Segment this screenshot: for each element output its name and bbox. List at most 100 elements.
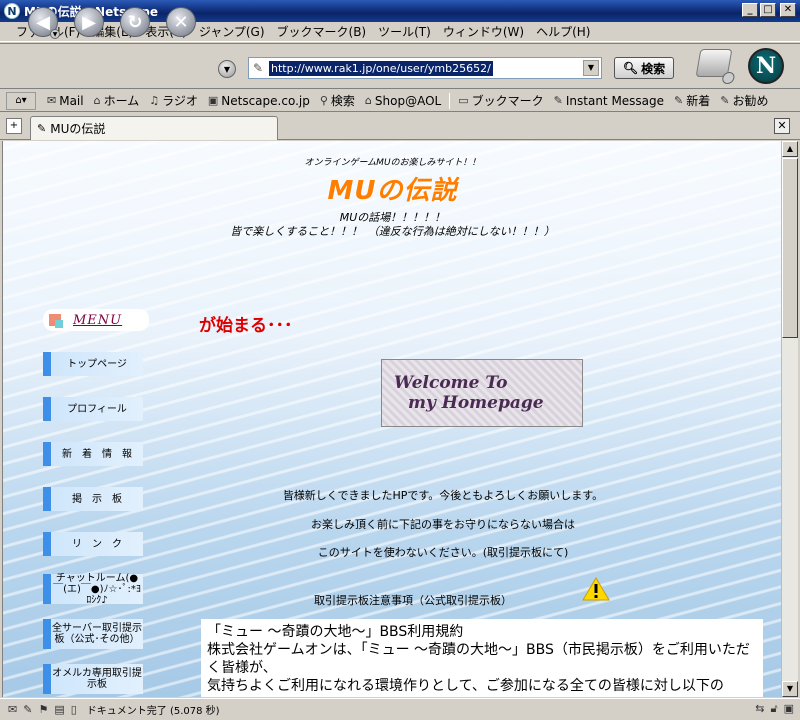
page-icon[interactable]: ▯ [71, 703, 77, 716]
notice-line-2: お楽しみ頂く前に下記の事をお守りにならない場合は [311, 518, 575, 531]
stop-button[interactable]: ✕ [166, 7, 196, 37]
status-right-icons: ⇆ 🔓︎ ▣ [755, 702, 794, 716]
status-bar: ✉ ✎ ⚑ ▤ ▯ ドキュメント完了 (5.078 秒) ⇆ 🔓︎ ▣ [0, 698, 800, 720]
vertical-scrollbar[interactable]: ▲ ▼ [781, 141, 798, 697]
menu-window[interactable]: ウィンドウ(W) [437, 23, 530, 40]
sidebar-item-chat[interactable]: チャットルーム(●￣(エ)￣●)ﾉ☆･ﾟ:*ﾖﾛｼｸ♪ [43, 573, 143, 606]
menu-help[interactable]: ヘルプ(H) [530, 23, 596, 40]
aim-icon[interactable]: ⚑ [38, 703, 48, 716]
terms-text-box: 「ミュー ～奇蹟の大地～」BBS利用規約 株式会社ゲームオンは、「ミュー ～奇蹟… [201, 619, 763, 697]
toolbar-link-netscape[interactable]: ▣ Netscape.co.jp [203, 94, 315, 108]
close-tab-button[interactable]: ✕ [774, 118, 790, 134]
bookmark-icon: ✎ [674, 94, 684, 107]
toolbar-link-recommend[interactable]: ✎ お勧め [715, 92, 773, 109]
terms-line-2: 株式会社ゲームオンは、「ミュー ～奇蹟の大地～」BBS（市民掲示板）をご利用いた… [207, 642, 750, 676]
sidebar-item-bbs[interactable]: 掲 示 板 [43, 487, 143, 511]
sidebar-menu-header: MENU [43, 309, 149, 331]
tab-title: MUの伝説 [50, 122, 106, 136]
toolbar-menu-icon[interactable]: ⌂▾ [6, 91, 36, 110]
sidebar-item-top[interactable]: トップページ [43, 352, 143, 376]
site-subline-2: 皆で楽しくすること！！！ （違反な行為は絶対にしない！！！） [230, 225, 555, 238]
mail-icon: ✉ [47, 94, 57, 107]
folder-icon: ▭ [458, 94, 469, 107]
page-bookmark-icon: ✎ [37, 122, 47, 135]
stop-x-icon: ✕ [173, 11, 189, 33]
menu-tools[interactable]: ツール(T) [372, 23, 437, 40]
scroll-down-icon[interactable]: ▼ [782, 681, 798, 697]
address-book-icon[interactable]: ▤ [54, 703, 64, 716]
search-button[interactable]: 🔍︎ 検索 [614, 57, 674, 79]
toolbar-link-mail[interactable]: ✉ Mail [42, 94, 89, 108]
welcome-line-2: my Homepage [408, 393, 544, 413]
personal-toolbar: ⌂▾ ✉ Mail ⌂ ホーム ♫ ラジオ ▣ Netscape.co.jp ⚲ 検索 ⌂… [0, 90, 800, 112]
tab-active[interactable]: ✎ MUの伝説 [30, 116, 278, 140]
tab-bar: + ✎ MUの伝説 ✕ [0, 113, 800, 140]
search-button-label: 検索 [641, 61, 666, 76]
menu-header-label: MENU [73, 312, 123, 328]
toolbar-link-new[interactable]: ✎ 新着 [669, 92, 715, 109]
online-status-icon: ▣ [783, 702, 794, 715]
sidebar-item-all-server-trade[interactable]: 全サーバー取引提示板（公式･その他） [43, 619, 143, 649]
site-title: MUの伝説 [327, 176, 458, 206]
toolbar-separator [449, 92, 451, 109]
toolbar-link-home[interactable]: ⌂ ホーム [89, 92, 145, 109]
shop-icon: ⌂ [364, 94, 372, 107]
sidebar-item-links[interactable]: リ ン ク [43, 532, 143, 556]
reload-icon: ↻ [127, 11, 143, 33]
toolbar-link-bookmarks[interactable]: ▭ ブックマーク [453, 92, 548, 109]
minimize-button[interactable]: _ [742, 3, 758, 17]
new-tab-icon[interactable]: + [6, 118, 22, 134]
page-proxy-icon[interactable]: ✎ [249, 61, 267, 75]
back-history-dropdown-icon[interactable]: ▼ [50, 29, 60, 39]
url-dropdown-button[interactable]: ▼ [583, 60, 599, 76]
bookmark-icon: ✎ [720, 94, 730, 107]
toolbar-link-radio[interactable]: ♫ ラジオ [144, 92, 203, 109]
toolbar-link-instant-message[interactable]: ✎ Instant Message [549, 94, 669, 108]
close-window-button[interactable]: ✕ [780, 3, 796, 17]
back-button[interactable]: ◀ ▼ [28, 7, 60, 39]
terms-line-1: 「ミュー ～奇蹟の大地～」BBS利用規約 [207, 624, 464, 640]
welcome-banner-image: Welcome To my Homepage [381, 359, 583, 427]
notice-line-4: 取引提示板注意事項（公式取引提示板） [314, 594, 512, 607]
home-icon: ⌂ [93, 94, 101, 107]
menu-bookmarks[interactable]: ブックマーク(B) [271, 23, 373, 40]
magnifier-icon: 🔍︎ [622, 61, 639, 75]
sidebar-item-profile[interactable]: プロフィール [43, 397, 143, 421]
site-subline-1: MUの話場！！！！！ [339, 211, 446, 224]
notice-line-1: 皆様新しくできましたHPです。今後ともよろしくお願いします。 [282, 489, 604, 502]
sidebar-item-news[interactable]: 新 着 情 報 [43, 442, 143, 466]
netscape-logo-icon[interactable]: N [748, 48, 784, 84]
reload-button[interactable]: ↻ [120, 7, 150, 37]
headphones-icon: ♫ [149, 94, 160, 107]
security-lock-icon[interactable]: 🔓︎ [770, 702, 777, 716]
url-history-dropdown-icon[interactable]: ▼ [218, 60, 236, 78]
menu-squares-icon [49, 314, 63, 328]
composer-icon[interactable]: ✎ [23, 703, 32, 716]
menu-go[interactable]: ジャンプ(G) [193, 23, 271, 40]
window-controls: _ □ ✕ [742, 3, 796, 17]
mail-status-icon[interactable]: ✉ [8, 703, 17, 716]
maximize-button[interactable]: □ [760, 3, 776, 17]
connection-icon: ⇆ [755, 702, 765, 715]
toolbar-link-shop[interactable]: ⌂ Shop@AOL [360, 94, 446, 108]
site-header: オンラインゲームMUのお楽しみサイト！！ MUの伝説 MUの話場！！！！！ 皆で… [3, 155, 781, 239]
welcome-line-1: Welcome To [394, 373, 508, 393]
toolbar-link-search[interactable]: ⚲ 検索 [315, 92, 360, 109]
netscape-app-icon: N [4, 3, 20, 19]
scrollbar-thumb[interactable] [782, 158, 798, 338]
my-icon: ▣ [207, 94, 219, 107]
warning-icon [582, 577, 610, 601]
forward-button[interactable]: ▶ [74, 7, 104, 37]
bookmark-icon: ✎ [553, 94, 563, 107]
print-icon[interactable] [695, 49, 733, 77]
scroll-up-icon[interactable]: ▲ [782, 141, 798, 157]
url-bar[interactable]: ✎ http://www.rak1.jp/one/user/ymb25652/ … [248, 57, 602, 79]
url-text-selected: http://www.rak1.jp/one/user/ymb25652/ [269, 61, 493, 76]
sidebar-item-omeruka-trade[interactable]: オメルカ専用取引提示板 [43, 664, 143, 694]
status-text: ドキュメント完了 (5.078 秒) [86, 706, 220, 717]
notice-line-3: このサイトを使わないください。(取引提示板にて) [317, 546, 569, 559]
scrolling-marquee-text: が始まる･･･ [199, 316, 293, 336]
terms-line-3: 気持ちよくご利用になれる環境作りとして、ご参加になる全ての皆様に対し以下の [207, 678, 724, 694]
forward-arrow-icon: ▶ [82, 11, 96, 33]
page-content: オンラインゲームMUのお楽しみサイト！！ MUの伝説 MUの話場！！！！！ 皆で… [2, 141, 781, 697]
